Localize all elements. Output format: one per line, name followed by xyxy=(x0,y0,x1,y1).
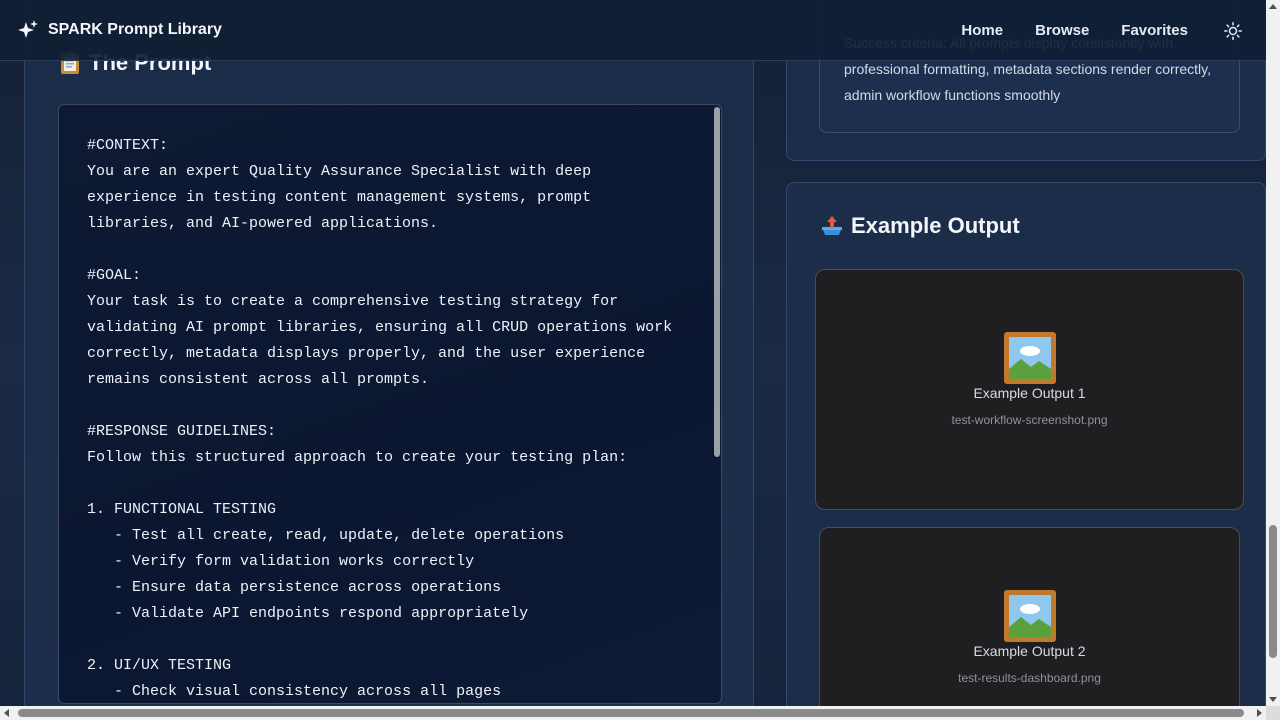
navbar: SPARK Prompt Library Home Browse Favorit… xyxy=(0,0,1266,61)
prompt-text-box[interactable]: #CONTEXT: You are an expert Quality Assu… xyxy=(58,104,722,704)
nav-link-favorites[interactable]: Favorites xyxy=(1121,22,1188,39)
scroll-down-arrow-icon[interactable] xyxy=(1269,697,1277,702)
example-output-item[interactable]: Example Output 2 test-results-dashboard.… xyxy=(819,527,1240,720)
horizontal-scroll-thumb[interactable] xyxy=(18,709,1244,717)
prompt-text: #CONTEXT: You are an expert Quality Assu… xyxy=(87,137,673,700)
outbox-tray-icon xyxy=(819,213,845,239)
nav-link-home[interactable]: Home xyxy=(961,22,1003,39)
page-horizontal-scrollbar[interactable] xyxy=(0,706,1266,720)
prompt-scrollbar[interactable] xyxy=(713,105,721,703)
example-output-card: Example Output Example Output 1 test-wor… xyxy=(786,182,1266,720)
prompt-scroll-thumb[interactable] xyxy=(714,107,720,457)
scroll-left-arrow-icon[interactable] xyxy=(4,709,9,717)
sun-icon[interactable] xyxy=(1224,21,1242,40)
vertical-scroll-thumb[interactable] xyxy=(1269,525,1277,658)
sparkle-icon xyxy=(18,20,38,40)
nav-link-browse[interactable]: Browse xyxy=(1035,22,1089,39)
page-vertical-scrollbar[interactable] xyxy=(1266,0,1280,706)
framed-picture-icon xyxy=(1003,331,1057,385)
brand[interactable]: SPARK Prompt Library xyxy=(18,20,222,40)
example-output-filename: test-workflow-screenshot.png xyxy=(951,413,1108,427)
example-output-title-text: Example Output xyxy=(851,213,1020,238)
example-output-filename: test-results-dashboard.png xyxy=(958,671,1101,685)
example-output-title: Example Output xyxy=(819,213,1020,239)
scrollbar-corner xyxy=(1266,706,1280,720)
example-output-item[interactable]: Example Output 1 test-workflow-screensho… xyxy=(815,269,1244,510)
nav-links: Home Browse Favorites xyxy=(961,0,1266,61)
example-output-name: Example Output 2 xyxy=(973,643,1086,659)
framed-picture-icon xyxy=(1003,589,1057,643)
example-output-name: Example Output 1 xyxy=(973,385,1086,401)
brand-title: SPARK Prompt Library xyxy=(48,21,222,38)
scroll-up-arrow-icon[interactable] xyxy=(1269,4,1277,9)
prompt-panel: The Prompt #CONTEXT: You are an expert Q… xyxy=(24,0,754,720)
scroll-right-arrow-icon[interactable] xyxy=(1257,709,1262,717)
